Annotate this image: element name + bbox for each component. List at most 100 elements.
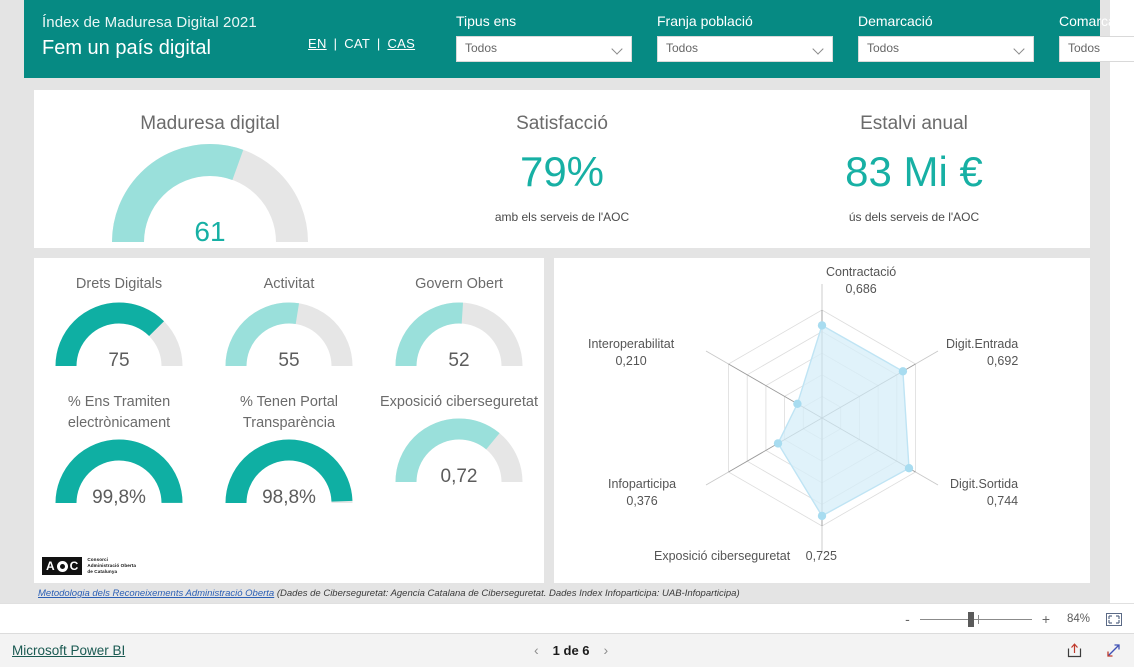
aoc-letter-a: A [46,559,55,573]
page-indicator: 1 de 6 [552,642,590,658]
radar-label-text-infoparticipa: Infoparticipa [608,477,677,491]
share-glyph [1067,643,1082,658]
footnote-rest: (Dades de Ciberseguretat: Agencia Catala… [274,588,740,599]
radar-label-infoparticipa: Infoparticipa 0,376 [608,476,676,510]
gauge-visual-govern-obert: 52 [393,301,525,371]
kpi-summary-card: Maduresa digital 61 Satisfacció 79% amb … [34,90,1090,248]
radar-label-exposicio-ciberseguretat: Exposició ciberseguretat 0,725 [654,548,837,565]
filter-dropdown-franja-poblacio[interactable]: Todos [657,36,833,62]
filter-value-franja-poblacio: Todos [666,41,699,55]
gauge-title-govern-obert: Govern Obert [415,276,503,292]
gauge-activitat: Activitat 55 [204,274,374,392]
kpi-title-estalvi: Estalvi anual [860,113,968,134]
gauge-visual-exposicio-ciberseguretat: 0,72 [393,417,525,487]
gauge-value-ens-tramiten: 99,8% [92,487,146,508]
zoom-slider-thumb[interactable] [967,611,974,627]
filter-bar: Tipus ens Todos Franja població Todos De… [456,12,1134,62]
filter-franja-poblacio: Franja població Todos [657,12,833,62]
gauge-value-portal-transparencia: 98,8% [262,487,316,508]
language-link-en[interactable]: EN [308,36,327,51]
radar-label-text-exposicio: Exposició ciberseguretat [654,549,791,563]
radar-label-contractacio: Contractació 0,686 [826,264,896,298]
radar-label-text-interoperabilitat: Interoperabilitat [588,337,675,351]
gauge-value-drets-digitals: 75 [108,350,130,371]
gauge-ens-tramiten: % Ens Tramiten electrònicament 99,8% [34,392,204,532]
fit-to-page-icon[interactable] [1106,612,1122,626]
filter-dropdown-comarca[interactable]: Todos [1059,36,1134,62]
filter-dropdown-demarcacio[interactable]: Todos [858,36,1034,62]
gauge-title-portal-transparencia: % Tenen Portal Transparència [239,394,339,431]
gauge-visual-portal-transparencia: 98,8% [223,438,355,508]
fullscreen-glyph [1107,644,1120,657]
power-bi-link[interactable]: Microsoft Power BI [12,643,125,658]
kpi-note-estalvi: ús dels serveis de l'AOC [848,210,980,224]
footnote: Metodologia dels Reconeixements Administ… [38,588,740,600]
zoom-out-button[interactable]: - [905,612,910,626]
power-bi-report-viewer: Índex de Maduresa Digital 2021 Fem un pa… [0,0,1134,667]
gauge-value-exposicio-ciberseguretat: 0,72 [440,466,478,487]
zoom-in-button[interactable]: + [1042,612,1050,626]
chevron-down-icon [613,45,623,51]
filter-label-franja-poblacio: Franja població [657,13,753,29]
share-icon[interactable] [1066,642,1083,659]
radar-label-digit-entrada: Digit.Entrada 0,692 [946,336,1018,370]
language-separator-2: | [376,36,381,51]
aoc-logo: A C Consorci Administració Oberta de Cat… [42,557,136,575]
gauge-title-exposicio-ciberseguretat: Exposició ciberseguretat [380,394,538,410]
language-link-cas[interactable]: CAS [387,36,415,51]
filter-value-demarcacio: Todos [867,41,900,55]
header-subtitle: Índex de Maduresa Digital 2021 [42,14,257,31]
status-bar: Microsoft Power BI ‹ 1 de 6 › [0,633,1134,667]
gauge-value-govern-obert: 52 [448,350,470,371]
kpi-title-maduresa: Maduresa digital [140,113,280,134]
kpi-satisfaccio: Satisfacció 79% amb els serveis de l'AOC [386,90,738,248]
chevron-down-icon [1015,45,1025,51]
kpi-value-maduresa: 61 [194,216,226,247]
next-page-button[interactable]: › [604,642,609,658]
radar-label-text-digit-sortida: Digit.Sortida [950,477,1019,491]
aoc-dot-icon [56,560,68,572]
status-bar-icons [1066,642,1122,659]
gauge-title-activitat: Activitat [263,276,315,292]
previous-page-button[interactable]: ‹ [534,642,539,658]
gauge-govern-obert: Govern Obert 52 [374,274,544,392]
aoc-logo-mark: A C [42,557,83,575]
header-title-group: Índex de Maduresa Digital 2021 Fem un pa… [42,14,257,61]
zoom-toolbar: - + 84% [0,603,1134,633]
radar-value-digit-sortida: 0,744 [986,494,1019,508]
chevron-down-icon [814,45,824,51]
zoom-controls: - + 84% [905,604,1122,634]
radar-label-text-contractacio: Contractació [826,265,897,279]
gauge-title-drets-digitals: Drets Digitals [75,276,163,292]
gauge-visual-ens-tramiten: 99,8% [53,438,185,508]
filter-tipus-ens: Tipus ens Todos [456,12,632,62]
methodology-link[interactable]: Metodologia dels Reconeixements Administ… [38,588,274,599]
filter-dropdown-tipus-ens[interactable]: Todos [456,36,632,62]
aoc-text-line3: de Catalunya [87,569,118,574]
radar-label-digit-sortida: Digit.Sortida 0,744 [950,476,1018,510]
fit-to-page-glyph [1106,612,1122,626]
indicator-gauge-grid: Drets Digitals 75 Activitat 55 Govern Ob… [34,274,544,532]
report-header: Índex de Maduresa Digital 2021 Fem un pa… [24,0,1134,78]
kpi-value-satisfaccio: 79% [519,148,605,195]
filter-comarca: Comarca Todos [1059,12,1134,62]
radar-value-digit-entrada: 0,692 [986,354,1019,368]
gauge-maduresa-digital: 61 [112,144,308,247]
gauge-visual-drets-digitals: 75 [53,301,185,371]
filter-label-comarca: Comarca [1059,13,1116,29]
radar-chart: Contractació 0,686 Digit.Entrada 0,692 D… [554,258,1090,583]
page-title: Fem un país digital [42,37,211,59]
radar-value-interoperabilitat: 0,210 [615,354,647,368]
language-switcher: EN | CAT | CAS [308,36,415,51]
zoom-slider[interactable] [919,611,1032,627]
radar-value-exposicio: 0,725 [805,549,837,563]
gauge-exposicio-ciberseguretat: Exposició ciberseguretat 0,72 [374,392,544,532]
gauge-visual-activitat: 55 [223,301,355,371]
zoom-slider-tick [977,614,979,624]
fullscreen-icon[interactable] [1105,642,1122,659]
page-navigation: ‹ 1 de 6 › [534,642,608,658]
indicator-gauges-card: Drets Digitals 75 Activitat 55 Govern Ob… [34,258,544,583]
radar-chart-card: Contractació 0,686 Digit.Entrada 0,692 D… [554,258,1090,583]
language-link-cat[interactable]: CAT [344,36,370,51]
kpi-value-estalvi: 83 Mi € [845,148,983,195]
